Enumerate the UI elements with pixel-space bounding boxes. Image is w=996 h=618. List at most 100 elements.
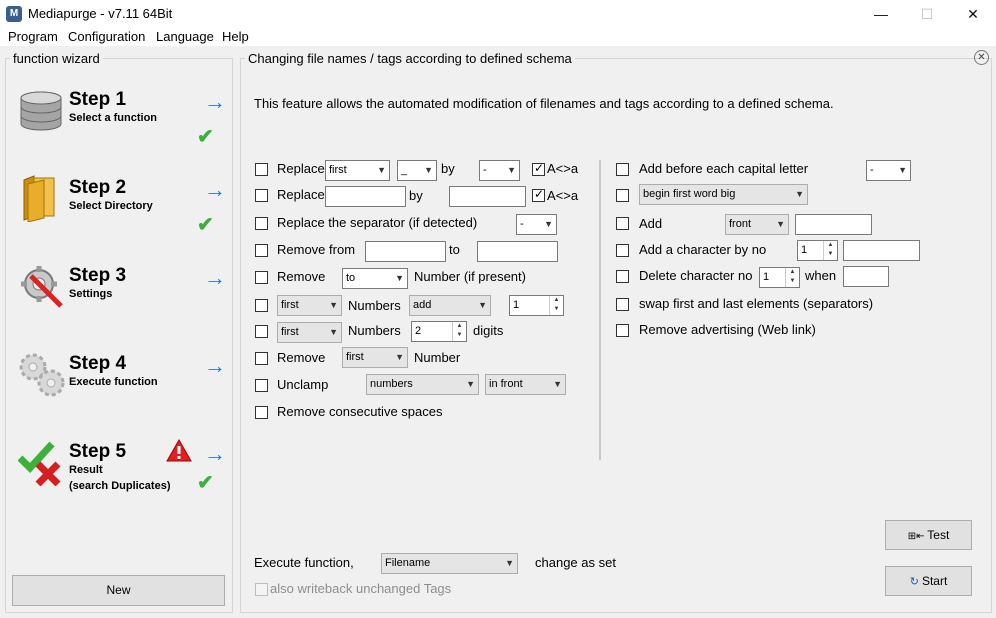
unclamp-where-select[interactable]: in front ▼ <box>485 374 566 395</box>
execute-target-select[interactable]: Filename ▼ <box>381 553 518 574</box>
replace2-label: Replace <box>277 187 325 202</box>
numbers2-mode-select[interactable]: first ▼ <box>277 322 342 343</box>
unclamp-what-select[interactable]: numbers ▼ <box>366 374 479 395</box>
delete-char-stepper[interactable]: 1 ▲ ▼ <box>759 267 800 288</box>
add-where-select[interactable]: front ▼ <box>725 214 789 235</box>
replace1-label: Replace <box>277 161 325 176</box>
replace1-char-select[interactable]: _ ▼ <box>397 160 437 181</box>
step5-arrow-icon[interactable]: → <box>204 443 226 465</box>
step5-subtitle-duplicates: (search Duplicates) <box>69 480 171 492</box>
remove-first-suffix: Number <box>414 350 461 365</box>
consecutive-spaces-checkbox[interactable] <box>255 406 268 419</box>
step1-arrow-icon[interactable]: → <box>204 91 226 113</box>
delete-char-when-input[interactable] <box>843 266 889 287</box>
writeback-checkbox[interactable] <box>255 583 268 596</box>
delete-char-label: Delete character no <box>639 268 753 283</box>
swap-label: swap first and last elements (separators… <box>639 296 874 311</box>
remove-first-mode-value: first <box>346 351 364 363</box>
numbers1-mode-select[interactable]: first ▼ <box>277 295 342 316</box>
swap-checkbox[interactable] <box>616 298 629 311</box>
step3-arrow-icon[interactable]: → <box>204 267 226 289</box>
add-checkbox[interactable] <box>616 217 629 230</box>
remove-number-mode-select[interactable]: to ▼ <box>342 268 408 289</box>
delete-char-checkbox[interactable] <box>616 270 629 283</box>
test-button[interactable]: ⊞⇤ Test <box>885 520 972 550</box>
menu-configuration[interactable]: Configuration <box>68 29 145 44</box>
step4-arrow-icon[interactable]: → <box>204 355 226 377</box>
remove-first-checkbox[interactable] <box>255 352 268 365</box>
replace2-to-input[interactable] <box>449 186 526 207</box>
separator-select[interactable]: - ▼ <box>516 214 557 235</box>
result-check-cross-icon[interactable] <box>17 440 66 487</box>
remove-from-input[interactable] <box>365 241 446 262</box>
numbers1-checkbox[interactable] <box>255 299 268 312</box>
step4-title[interactable]: Step 4 <box>69 353 126 375</box>
replace1-case-checkbox[interactable] <box>532 161 545 176</box>
add-text-input[interactable] <box>795 214 872 235</box>
first-word-checkbox[interactable] <box>616 189 629 202</box>
panel-close-icon[interactable]: ✕ <box>974 50 989 65</box>
remove-to-input[interactable] <box>477 241 558 262</box>
separator-label: Replace the separator (if detected) <box>277 215 478 230</box>
settings-tools-icon[interactable] <box>17 262 67 312</box>
spin-arrows-icon[interactable]: ▲ ▼ <box>549 296 563 315</box>
capital-checkbox[interactable] <box>616 163 629 176</box>
remove-number-checkbox[interactable] <box>255 271 268 284</box>
replace1-checkbox[interactable] <box>255 163 268 176</box>
gears-icon[interactable] <box>15 349 67 399</box>
minimize-button[interactable]: — <box>858 0 904 28</box>
numbers2-value: 2 <box>415 325 422 337</box>
menu-program[interactable]: Program <box>8 29 58 44</box>
remove-number-mode-value: to <box>346 272 356 284</box>
remove-from-checkbox[interactable] <box>255 244 268 257</box>
numbers1-stepper[interactable]: 1 ▲ ▼ <box>509 295 564 316</box>
first-word-select[interactable]: begin first word big ▼ <box>639 184 808 205</box>
chevron-down-icon: ▼ <box>377 165 386 175</box>
warning-icon <box>166 438 192 462</box>
unclamp-where-value: in front <box>489 378 523 390</box>
numbers2-checkbox[interactable] <box>255 325 268 338</box>
replace2-from-input[interactable] <box>325 186 406 207</box>
step5-title[interactable]: Step 5 <box>69 441 126 463</box>
start-button[interactable]: ↻ Start <box>885 566 972 596</box>
step2-arrow-icon[interactable]: → <box>204 179 226 201</box>
numbers2-label: Numbers <box>348 323 401 338</box>
add-char-input[interactable] <box>843 240 920 261</box>
step3-title[interactable]: Step 3 <box>69 265 126 287</box>
unclamp-checkbox[interactable] <box>255 379 268 392</box>
close-button[interactable]: ✕ <box>950 0 996 28</box>
consecutive-spaces-label: Remove consecutive spaces <box>277 404 443 419</box>
chevron-down-icon: ▼ <box>466 379 475 389</box>
add-char-checkbox[interactable] <box>616 244 629 257</box>
step2-title[interactable]: Step 2 <box>69 177 126 199</box>
spin-arrows-icon[interactable]: ▲ ▼ <box>785 268 799 287</box>
separator-checkbox[interactable] <box>255 217 268 230</box>
advertising-checkbox[interactable] <box>616 324 629 337</box>
menu-help[interactable]: Help <box>222 29 249 44</box>
add-char-stepper[interactable]: 1 ▲ ▼ <box>797 240 838 261</box>
spin-arrows-icon[interactable]: ▲ ▼ <box>452 322 466 341</box>
folder-icon[interactable] <box>20 174 58 223</box>
database-icon[interactable] <box>17 88 65 136</box>
numbers1-action-select[interactable]: add ▼ <box>409 295 491 316</box>
menu-language[interactable]: Language <box>156 29 214 44</box>
replace1-mode-select[interactable]: first ▼ <box>325 160 390 181</box>
remove-number-suffix: Number (if present) <box>414 269 526 284</box>
execute-suffix: change as set <box>535 555 616 570</box>
numbers2-stepper[interactable]: 2 ▲ ▼ <box>411 321 467 342</box>
maximize-button[interactable]: ☐ <box>904 0 950 28</box>
chevron-down-icon: ▼ <box>795 189 804 199</box>
replace2-checkbox[interactable] <box>255 189 268 202</box>
replace1-with-select[interactable]: - ▼ <box>479 160 520 181</box>
capital-select[interactable]: - ▼ <box>866 160 911 181</box>
replace2-case-checkbox[interactable] <box>532 187 545 202</box>
chevron-down-icon: ▼ <box>507 165 516 175</box>
numbers1-mode-value: first <box>281 299 299 311</box>
replace1-mode-value: first <box>329 164 347 176</box>
step1-title[interactable]: Step 1 <box>69 89 126 111</box>
remove-first-mode-select[interactable]: first ▼ <box>342 347 408 368</box>
new-button[interactable]: New <box>12 575 225 606</box>
add-char-value: 1 <box>801 244 808 256</box>
chevron-down-icon: ▼ <box>329 327 338 337</box>
spin-arrows-icon[interactable]: ▲ ▼ <box>823 241 837 260</box>
